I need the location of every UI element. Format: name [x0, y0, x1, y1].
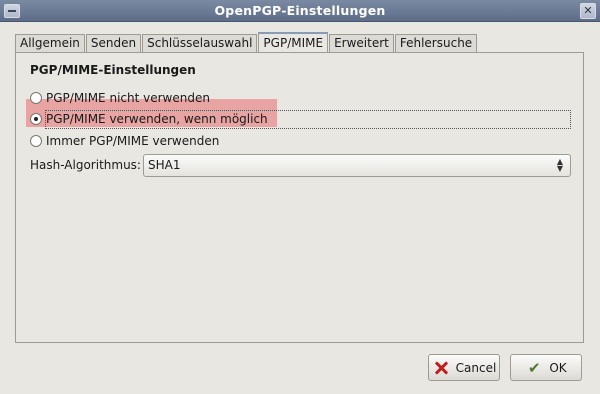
tab-senden[interactable]: Senden: [85, 34, 142, 52]
radio-button[interactable]: [30, 135, 42, 147]
radio-label: PGP/MIME nicht verwenden: [46, 91, 210, 105]
tab-erweitert[interactable]: Erweitert: [329, 34, 394, 52]
select-arrows-icon: ▲ ▼: [556, 157, 564, 173]
ok-label: OK: [549, 360, 567, 375]
hash-algorithm-label: Hash-Algorithmus:: [30, 158, 141, 172]
tab-fehlersuche[interactable]: Fehlersuche: [394, 34, 478, 52]
cancel-label: Cancel: [455, 360, 497, 375]
tab-pgp-mime[interactable]: PGP/MIME: [258, 32, 329, 53]
hash-algorithm-select[interactable]: SHA1 ▲ ▼: [143, 154, 571, 177]
close-icon[interactable]: ✕: [580, 3, 596, 19]
ok-icon: ✔: [528, 358, 541, 377]
radio-label: PGP/MIME verwenden, wenn möglich: [46, 112, 268, 126]
radio-label: Immer PGP/MIME verwenden: [46, 134, 220, 148]
pgp-mime-panel: PGP/MIME-Einstellungen PGP/MIME nicht ve…: [15, 52, 584, 343]
cancel-icon: [432, 359, 450, 377]
radio-button-checked[interactable]: [30, 113, 42, 125]
tab-bar: Allgemein Senden Schlüsselauswahl PGP/MI…: [15, 32, 478, 53]
ok-button[interactable]: ✔ OK: [510, 354, 582, 381]
hash-algorithm-value: SHA1: [148, 158, 181, 172]
radio-pgp-mime-nicht-verwenden[interactable]: PGP/MIME nicht verwenden: [30, 89, 210, 107]
cancel-button[interactable]: Cancel: [428, 354, 500, 381]
section-title: PGP/MIME-Einstellungen: [30, 63, 196, 77]
tab-schluesselauswahl[interactable]: Schlüsselauswahl: [142, 34, 258, 52]
title-bar: OpenPGP-Einstellungen ✕: [0, 0, 600, 22]
radio-button[interactable]: [30, 92, 42, 104]
tab-allgemein[interactable]: Allgemein: [15, 34, 85, 52]
window-title: OpenPGP-Einstellungen: [214, 3, 386, 18]
radio-pgp-mime-wenn-moeglich[interactable]: PGP/MIME verwenden, wenn möglich: [30, 110, 268, 128]
radio-immer-pgp-mime[interactable]: Immer PGP/MIME verwenden: [30, 132, 219, 150]
